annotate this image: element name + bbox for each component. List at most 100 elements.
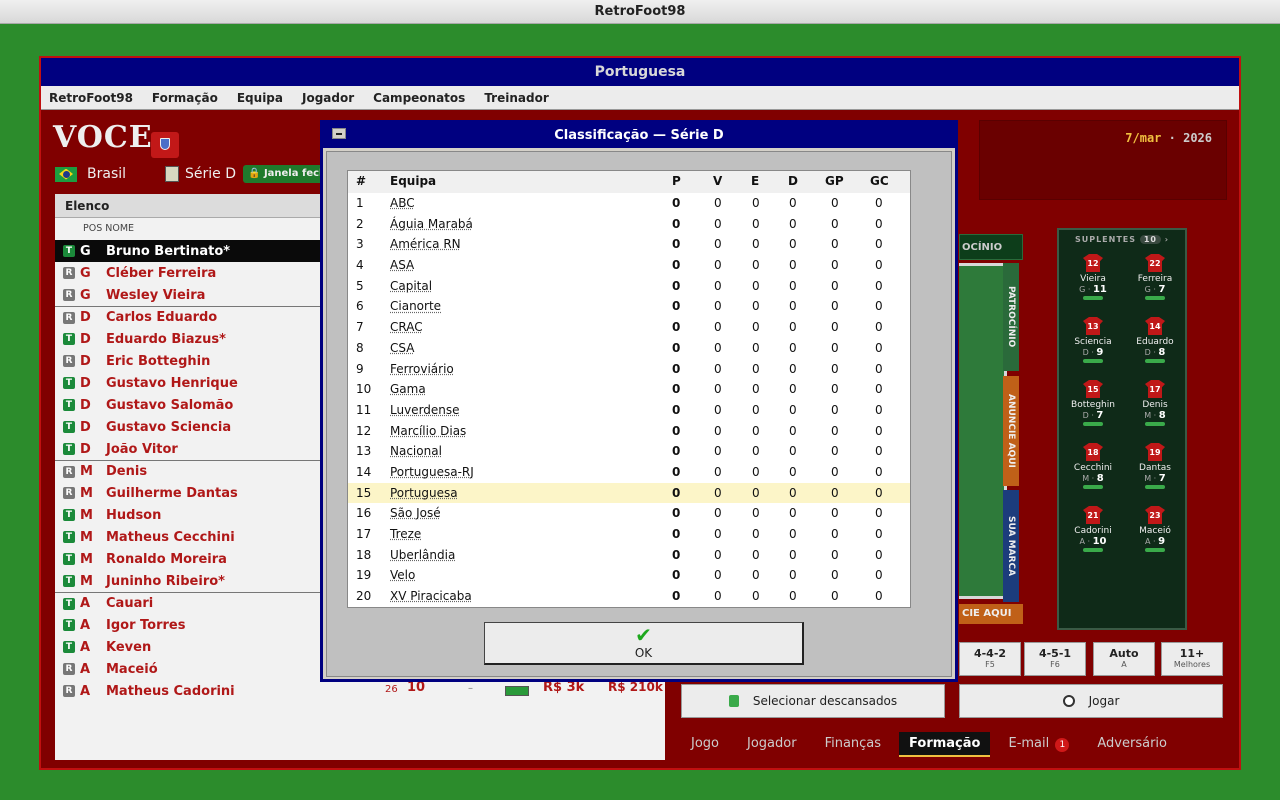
table-row[interactable]: 18 Uberlândia 0 0 0 0 0 0 [348,545,910,566]
status-badge: T [63,333,75,345]
bench-player[interactable]: 18 Cecchini M · 8 [1068,443,1118,489]
table-row[interactable]: 15 Portuguesa 0 0 0 0 0 0 [348,482,910,504]
bench-player[interactable]: 19 Dantas M · 7 [1130,443,1180,489]
table-row[interactable]: 16 São José 0 0 0 0 0 0 [348,503,910,524]
cell-draws: 0 [752,444,760,459]
bench-player-rating: 9 [1158,536,1166,547]
player-wage: R$ 3k [543,680,585,695]
tab-jogo[interactable]: Jogo [681,732,729,757]
formation-best-button[interactable]: 11+ Melhores [1161,642,1223,676]
date-value: 7/mar [1125,131,1162,145]
cell-team[interactable]: Gama [390,379,426,400]
player-pos: D [80,441,91,457]
table-row[interactable]: 3 América RN 0 0 0 0 0 0 [348,234,910,255]
table-row[interactable]: 5 Capital 0 0 0 0 0 0 [348,276,910,297]
cell-team[interactable]: Águia Marabá [390,214,473,235]
cell-losses: 0 [789,340,797,355]
bench-player[interactable]: 12 Vieira G · 11 [1068,254,1118,300]
menu-equipa[interactable]: Equipa [237,86,283,109]
select-rested-button[interactable]: Selecionar descansados [681,684,945,718]
cell-team[interactable]: São José [390,503,441,524]
bench-player[interactable]: 21 Cadorini A · 10 [1068,506,1118,552]
cell-team[interactable]: Portuguesa [390,483,458,504]
table-row[interactable]: 12 Marcílio Dias 0 0 0 0 0 0 [348,421,910,442]
menu-retrofoot[interactable]: RetroFoot98 [49,86,133,109]
bench-player[interactable]: 17 Denis M · 8 [1130,380,1180,426]
play-button[interactable]: Jogar [959,684,1223,718]
table-row[interactable]: 7 CRAC 0 0 0 0 0 0 [348,317,910,338]
cell-team[interactable]: CRAC [390,317,423,338]
table-row[interactable]: 6 Cianorte 0 0 0 0 0 0 [348,296,910,317]
cell-goals-against: 0 [875,423,883,438]
tab-adversario[interactable]: Adversário [1087,732,1177,757]
table-row[interactable]: 14 Portuguesa-RJ 0 0 0 0 0 0 [348,462,910,483]
cell-team[interactable]: XV Piracicaba [390,586,472,607]
cell-goals-for: 0 [831,299,839,314]
ad-anuncie: ANUNCIE AQUI [1003,376,1019,486]
bench-player[interactable]: 15 Botteghin D · 7 [1068,380,1118,426]
ok-button[interactable]: ✔ OK [484,622,804,665]
cell-team[interactable]: Uberlândia [390,545,455,566]
cell-points: 0 [672,444,681,459]
cell-wins: 0 [714,506,722,521]
dialog-title: Classificação — Série D [554,128,724,143]
cell-team[interactable]: Luverdense [390,400,460,421]
table-row[interactable]: 13 Nacional 0 0 0 0 0 0 [348,441,910,462]
cell-draws: 0 [752,340,760,355]
table-row[interactable]: 9 Ferroviário 0 0 0 0 0 0 [348,359,910,380]
window-title: Portuguesa [41,58,1239,86]
tab-jogador[interactable]: Jogador [737,732,807,757]
table-row[interactable]: 2 Águia Marabá 0 0 0 0 0 0 [348,214,910,235]
cell-team[interactable]: Marcílio Dias [390,421,466,442]
table-row[interactable]: 20 XV Piracicaba 0 0 0 0 0 0 [348,586,910,607]
cell-team[interactable]: Capital [390,276,432,297]
player-pos: D [80,353,91,369]
pitch-tab[interactable]: OCÍNIO [959,234,1023,260]
minimize-icon[interactable] [332,128,346,139]
formation-auto-button[interactable]: Auto A [1093,642,1155,676]
cell-team[interactable]: ASA [390,255,414,276]
cell-goals-for: 0 [831,216,839,231]
cell-team[interactable]: ABC [390,193,415,214]
cell-team[interactable]: América RN [390,234,461,255]
bench-header: SUPLENTES 10 › [1074,235,1170,244]
table-row[interactable]: 11 Luverdense 0 0 0 0 0 0 [348,400,910,421]
player-name: João Vitor [106,441,178,457]
cell-team[interactable]: Velo [390,565,415,586]
menu-treinador[interactable]: Treinador [484,86,548,109]
menu-campeonatos[interactable]: Campeonatos [373,86,465,109]
tab-formacao[interactable]: Formação [899,732,991,757]
cell-goals-against: 0 [875,568,883,583]
cell-team[interactable]: Portuguesa-RJ [390,462,474,483]
table-row[interactable]: 8 CSA 0 0 0 0 0 0 [348,338,910,359]
tab-email[interactable]: E-mail 1 [998,732,1079,757]
cell-goals-against: 0 [875,320,883,335]
cell-rank: 18 [356,547,372,562]
cell-team[interactable]: Nacional [390,441,442,462]
bench-player-name: Ferreira [1137,274,1173,284]
cell-points: 0 [672,464,681,479]
formation-451-button[interactable]: 4-5-1 F6 [1024,642,1086,676]
table-row[interactable]: 1 ABC 0 0 0 0 0 0 [348,193,910,214]
bench-player-pos: A [1144,537,1151,546]
table-row[interactable]: 10 Gama 0 0 0 0 0 0 [348,379,910,400]
cell-team[interactable]: Ferroviário [390,359,454,380]
table-row[interactable]: 19 Velo 0 0 0 0 0 0 [348,565,910,586]
menu-formacao[interactable]: Formação [152,86,218,109]
cell-team[interactable]: Treze [390,524,421,545]
cell-team[interactable]: CSA [390,338,414,359]
table-row[interactable]: 4 ASA 0 0 0 0 0 0 [348,255,910,276]
table-row[interactable]: 17 Treze 0 0 0 0 0 0 [348,524,910,545]
cell-rank: 2 [356,216,364,231]
tab-financas[interactable]: Finanças [815,732,891,757]
bench-player[interactable]: 22 Ferreira G · 7 [1130,254,1180,300]
cell-wins: 0 [714,258,722,273]
menu-jogador[interactable]: Jogador [302,86,354,109]
bench-player[interactable]: 13 Sciencia D · 9 [1068,317,1118,363]
formation-442-button[interactable]: 4-4-2 F5 [959,642,1021,676]
bench-player[interactable]: 14 Eduardo D · 8 [1130,317,1180,363]
bench-player[interactable]: 23 Maceió A · 9 [1130,506,1180,552]
cell-losses: 0 [789,547,797,562]
cell-losses: 0 [789,589,797,604]
cell-team[interactable]: Cianorte [390,296,441,317]
